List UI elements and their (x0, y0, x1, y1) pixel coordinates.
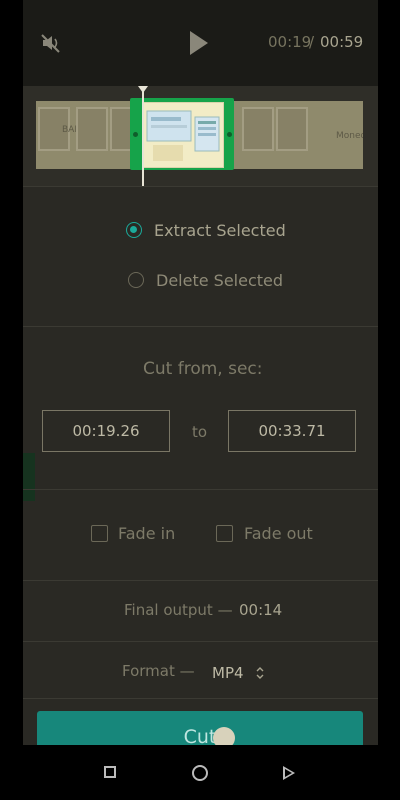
play-icon[interactable] (190, 31, 208, 55)
thumbnail-frame (242, 107, 274, 151)
thumbnail-frame (276, 107, 308, 151)
fade-out-label[interactable]: Fade out (244, 524, 313, 543)
side-indicator (23, 453, 35, 501)
selection-start-handle[interactable] (133, 132, 138, 137)
format-label: Format — (122, 662, 195, 680)
fade-in-checkbox[interactable] (91, 525, 108, 542)
muted-speaker-icon[interactable] (40, 32, 62, 54)
format-select[interactable]: MP4 (212, 664, 244, 682)
time-separator: / (309, 33, 315, 51)
delete-selected-radio[interactable] (128, 272, 144, 288)
playhead[interactable] (142, 88, 144, 186)
range-to-label: to (192, 423, 208, 441)
cut-end-field[interactable]: 00:33.71 (228, 410, 356, 452)
divider (23, 641, 378, 642)
thumbnail-label: Moned (336, 131, 363, 141)
extract-selected-label[interactable]: Extract Selected (154, 221, 286, 240)
thumbnail-frame (76, 107, 108, 151)
divider (23, 698, 378, 699)
select-arrows-icon[interactable] (256, 666, 264, 680)
home-icon[interactable] (192, 765, 208, 781)
extract-selected-radio[interactable] (126, 222, 142, 238)
final-output-label: Final output — (124, 601, 233, 619)
cut-from-label: Cut from, sec: (143, 359, 263, 379)
total-time: 00:59 (320, 33, 364, 51)
selection-thumbnail (146, 110, 220, 161)
selection-end-handle[interactable] (227, 132, 232, 137)
fade-in-label[interactable]: Fade in (118, 524, 175, 543)
delete-selected-label[interactable]: Delete Selected (156, 271, 283, 290)
current-time: 00:19 (268, 33, 312, 51)
divider (23, 580, 378, 581)
divider (23, 489, 378, 490)
recents-icon[interactable] (104, 766, 116, 778)
back-icon[interactable] (283, 766, 295, 780)
divider (23, 326, 378, 327)
playhead-marker-icon (138, 86, 148, 93)
final-output-duration: 00:14 (239, 601, 283, 619)
fade-out-checkbox[interactable] (216, 525, 233, 542)
cut-start-field[interactable]: 00:19.26 (42, 410, 170, 452)
selection-preview (142, 102, 224, 168)
